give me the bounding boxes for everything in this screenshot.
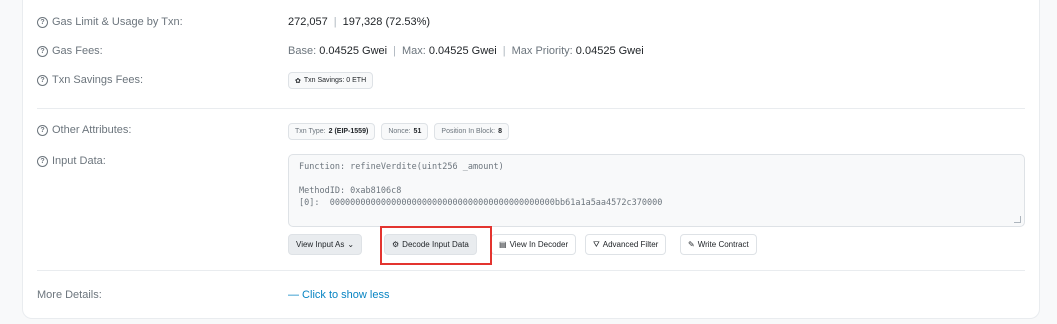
- resize-handle-icon[interactable]: [1014, 216, 1021, 223]
- question-icon[interactable]: ?: [37, 155, 48, 167]
- document-icon: ▤: [499, 240, 507, 249]
- input-data-textarea[interactable]: Function: refineVerdite(uint256 _amount)…: [288, 154, 1025, 227]
- filter-icon: ⛛: [593, 239, 600, 249]
- question-icon[interactable]: ?: [37, 45, 48, 57]
- leaf-icon: ✿: [295, 77, 301, 85]
- gas-limit-label: ? Gas Limit & Usage by Txn:: [37, 16, 183, 28]
- txn-savings-badge[interactable]: ✿ Txn Savings: 0 ETH: [288, 72, 374, 89]
- question-icon[interactable]: ?: [37, 16, 48, 28]
- other-attributes-value: Txn Type: 2 (EIP-1559) Nonce: 51 Position …: [288, 123, 512, 140]
- chevron-down-icon: ⌄: [347, 240, 355, 249]
- question-icon[interactable]: ?: [37, 74, 48, 86]
- write-contract-button[interactable]: ✎ Write Contract: [680, 234, 757, 255]
- txn-savings-value: ✿ Txn Savings: 0 ETH: [288, 72, 376, 89]
- param-line: [0]: 00000000000000000000000000000000000…: [299, 198, 663, 208]
- show-less-link[interactable]: — Click to show less: [288, 289, 389, 301]
- decode-button-highlight: [380, 226, 492, 265]
- other-attributes-label: ? Other Attributes:: [37, 124, 131, 136]
- function-line: Function: refineVerdite(uint256 _amount): [299, 162, 504, 172]
- edit-icon: ✎: [688, 240, 695, 249]
- gas-limit-value: 272,057 | 197,328 (72.53%): [288, 16, 431, 28]
- method-line: MethodID: 0xab8106c8: [299, 186, 402, 196]
- gas-fees-label: ? Gas Fees:: [37, 45, 103, 57]
- input-data-label: ? Input Data:: [37, 155, 106, 167]
- divider: [37, 108, 1025, 109]
- gas-fees-value: Base: 0.04525 Gwei | Max: 0.04525 Gwei | Max…: [288, 45, 644, 57]
- position-badge: Position In Block: 8: [434, 123, 510, 140]
- txn-type-badge: Txn Type: 2 (EIP-1559): [288, 123, 376, 140]
- advanced-filter-button[interactable]: ⛛ Advanced Filter: [585, 234, 667, 255]
- txn-savings-label: ? Txn Savings Fees:: [37, 74, 143, 86]
- divider: [37, 270, 1025, 271]
- nonce-badge: Nonce: 51: [381, 123, 429, 140]
- transaction-details-card: ? Gas Limit & Usage by Txn: 272,057 | 197,…: [22, 0, 1040, 319]
- more-details-label: More Details:: [37, 289, 102, 301]
- view-input-as-button[interactable]: View Input As ⌄: [288, 234, 363, 255]
- view-in-decoder-button[interactable]: ▤ View In Decoder: [491, 234, 577, 255]
- question-icon[interactable]: ?: [37, 124, 48, 136]
